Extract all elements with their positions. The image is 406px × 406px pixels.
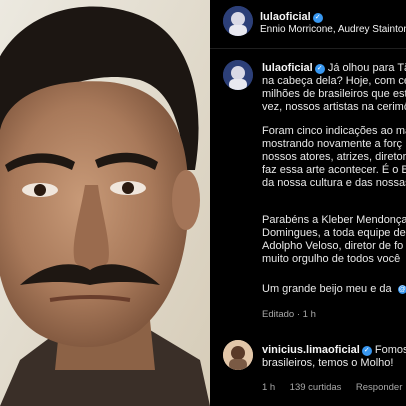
comment-time: 1 h [262, 382, 276, 393]
comment-likes[interactable]: 139 curtidas [290, 382, 342, 393]
caption-line: Foram cinco indicações ao ma [262, 125, 406, 137]
caption-line: vez, nossos artistas na cerimô [262, 101, 406, 113]
caption-line: muito orgulho de todos você [262, 253, 401, 265]
caption-avatar[interactable] [223, 60, 253, 90]
caption-line: milhões de brasileiros que est [262, 88, 406, 100]
verified-icon: ✓ [361, 346, 372, 356]
caption-line: Domingues, a toda equipe de [262, 227, 406, 239]
edited-label: Editado · 1 h [262, 309, 316, 320]
post-header: lulaoficial ✓ Ennio Morricone, Audrey Sta… [210, 4, 406, 40]
divider [210, 48, 406, 49]
comment-line: vinicius.limaoficial ✓ Fomos [262, 344, 406, 357]
avatar-image [223, 6, 253, 36]
caption-line: da nossa cultura e das nossas [262, 177, 406, 189]
avatar-image [223, 340, 253, 370]
audio-label[interactable]: Ennio Morricone, Audrey Stainton [260, 24, 406, 35]
instagram-panel: lulaoficial ✓ Ennio Morricone, Audrey Sta… [210, 0, 406, 406]
reply-button[interactable]: Responder [356, 382, 402, 393]
portrait-image [0, 0, 210, 406]
caption-text: Um grande beijo meu e da [262, 283, 392, 295]
verified-icon: ✓ [314, 64, 325, 74]
caption-line: mostrando novamente a forç [262, 138, 403, 150]
mention-icon[interactable]: @ [397, 285, 406, 294]
post-photo [0, 0, 210, 406]
caption-line: Adolpho Veloso, diretor de fo [262, 240, 404, 252]
avatar-image [223, 60, 253, 90]
caption-line: lulaoficial ✓ Já olhou para Tã [262, 62, 406, 75]
caption-line: na cabeça dela? Hoje, com ce [262, 75, 406, 87]
caption-line: faz essa arte acontecer. É o B [262, 164, 406, 176]
comment-username[interactable]: vinicius.limaoficial [262, 344, 360, 356]
post-username[interactable]: lulaoficial [260, 11, 311, 23]
comment-line: brasileiros, temos o Molho! [262, 357, 394, 369]
comment-avatar[interactable] [223, 340, 253, 370]
caption-line: Um grande beijo meu e da @ [262, 283, 406, 296]
caption-username[interactable]: lulaoficial [262, 62, 313, 74]
verified-icon: ✓ [312, 13, 323, 23]
caption-line: nossos atores, atrizes, diretor [262, 151, 406, 163]
avatar[interactable] [223, 6, 253, 36]
post-username-line: lulaoficial ✓ [260, 7, 323, 25]
comment-meta: 1 h 139 curtidas Responder [262, 377, 402, 395]
comment-text: Fomos [374, 344, 406, 356]
caption-line: Parabéns a Kleber Mendonça [262, 214, 406, 226]
caption-text: Já olhou para Tã [327, 62, 406, 74]
